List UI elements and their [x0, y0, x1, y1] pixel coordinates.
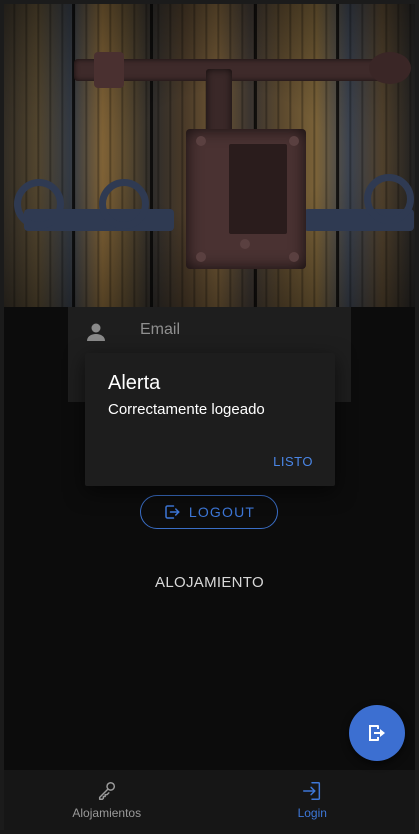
alert-dialog: Alerta Correctamente logeado LISTO — [85, 353, 335, 486]
dialog-ok-button[interactable]: LISTO — [273, 454, 313, 469]
door-hero-image — [4, 4, 415, 307]
nav-label-login: Login — [297, 806, 327, 820]
logout-fab[interactable] — [349, 705, 405, 761]
section-title: ALOJAMIENTO — [155, 574, 264, 591]
exit-icon — [369, 725, 385, 741]
key-icon — [98, 782, 115, 800]
nav-item-login[interactable]: Login — [210, 770, 416, 830]
logout-label: LOGOUT — [188, 504, 256, 520]
app-screen: Email Alerta Correctamente logeado LISTO… — [4, 4, 415, 830]
nav-item-alojamientos[interactable]: Alojamientos — [4, 770, 210, 830]
logout-button[interactable]: LOGOUT — [140, 495, 278, 529]
email-field-label[interactable]: Email — [140, 321, 180, 339]
person-icon — [87, 323, 105, 341]
dialog-title: Alerta — [108, 372, 161, 394]
nav-label-alojamientos: Alojamientos — [72, 806, 142, 820]
login-icon — [303, 782, 321, 800]
dialog-message: Correctamente logeado — [108, 401, 265, 418]
logout-icon — [165, 505, 180, 519]
bottom-navigation: Alojamientos Login — [4, 770, 415, 830]
